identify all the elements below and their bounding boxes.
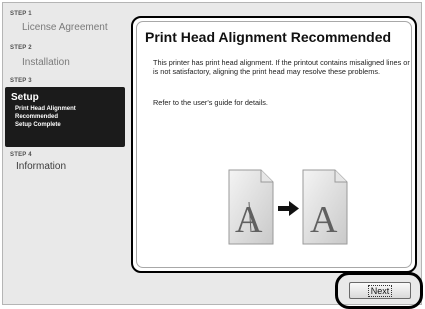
next-button[interactable]: Next (349, 282, 411, 299)
misaligned-page-icon: A (228, 169, 274, 245)
aligned-page-icon: A (302, 169, 348, 245)
description-text: This printer has print head alignment. I… (153, 58, 410, 76)
step-3-active-block: Setup Print Head Alignment Recommended S… (5, 87, 125, 147)
reference-text: Refer to the user's guide for details. (153, 98, 268, 107)
step-2-tag: STEP 2 (10, 45, 32, 51)
next-button-label: Next (367, 284, 393, 297)
alignment-illustration: A A (228, 169, 348, 245)
substep-setup-complete: Setup Complete (15, 122, 61, 128)
substep-recommended: Recommended (15, 114, 59, 120)
arrow-right-icon (278, 201, 299, 216)
step-4-name: Information (16, 161, 67, 172)
step-4-tag: STEP 4 (10, 152, 32, 158)
step-3-tag: STEP 3 (10, 78, 32, 84)
step-1-tag: STEP 1 (10, 11, 32, 17)
letter-after: A (310, 199, 338, 241)
page-title: Print Head Alignment Recommended (145, 29, 392, 45)
setup-window: STEP 1 License Agreement STEP 2 Installa… (2, 2, 423, 309)
step-2-name: Installation (22, 57, 70, 68)
content-panel: Print Head Alignment Recommended This pr… (131, 16, 417, 273)
step-1-name: License Agreement (22, 22, 108, 33)
step-3-name: Setup (11, 92, 39, 103)
substep-print-head-alignment: Print Head Alignment (15, 106, 76, 112)
